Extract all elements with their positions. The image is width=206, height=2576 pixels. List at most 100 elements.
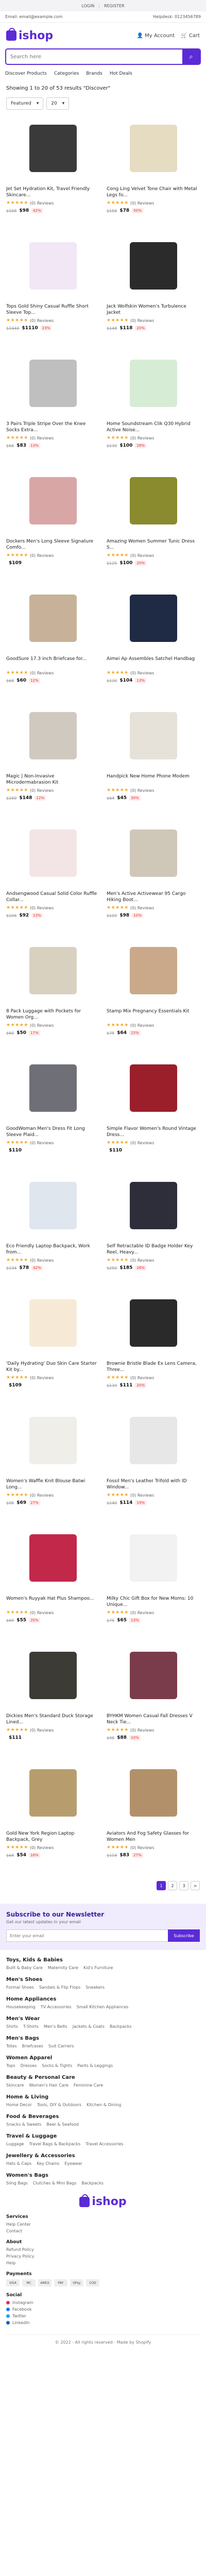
category-link[interactable]: Tops [6,2063,15,2068]
product-title[interactable]: Jet Set Hydration Kit, Travel Friendly S… [6,186,99,198]
nav-hot-deals[interactable]: Hot Deals [110,71,132,76]
product-card[interactable]: Andsengwood Casual Solid Color Ruffle Co… [6,820,99,936]
category-link[interactable]: Tools, DIY & Outdoors [37,2103,81,2107]
search-input[interactable] [6,54,182,60]
product-title[interactable]: Dickies Men's Standard Duck Storage Line… [6,1713,99,1725]
category-link[interactable]: Dresses [21,2063,37,2068]
product-image[interactable] [6,115,99,182]
product-image[interactable] [6,1290,99,1357]
category-link[interactable]: T-Shirts [23,2024,39,2029]
product-title[interactable]: Home Soundstream Clik Q30 Hybrid Active … [107,421,200,433]
product-title[interactable]: Self Retractable ID Badge Holder Key Ree… [107,1243,200,1256]
category-title[interactable]: Women's Bags [6,2173,200,2178]
product-card[interactable]: Aimei Ap Assembles Satchel Handbag ★★★★★(… [107,585,200,701]
product-card[interactable]: Tops Gold Shiny Casual Ruffle Short Slee… [6,232,99,349]
product-title[interactable]: Tops Gold Shiny Casual Ruffle Short Slee… [6,303,99,316]
product-image[interactable] [6,585,99,652]
category-link[interactable]: Snacks & Sweets [6,2122,41,2127]
category-title[interactable]: Women Apparel [6,2055,200,2061]
product-image[interactable] [6,1759,99,1826]
category-link[interactable]: Travel Accessories [85,2142,123,2146]
category-link[interactable]: Housekeeping [6,2005,36,2009]
category-title[interactable]: Home & Living [6,2094,200,2100]
category-link[interactable]: Shirts [6,2024,18,2029]
product-title[interactable]: Women's Ruyyak Hat Plus Shampoo... [6,1596,99,1608]
product-image[interactable] [107,1290,200,1357]
product-card[interactable]: Eco Friendly Laptop Backpack, Work from.… [6,1172,99,1289]
help-center-link[interactable]: Help Center [6,2222,200,2227]
category-link[interactable]: Sneakers [85,1985,105,1990]
product-title[interactable]: Milky Chic Gift Box for New Moms: 10 Uni… [107,1596,200,1608]
category-link[interactable]: Maternity Care [48,1965,78,1970]
category-link[interactable]: Kid's Furniture [83,1965,113,1970]
contact-link[interactable]: Contact [6,2229,200,2233]
page-3[interactable]: 3 [179,1881,188,1890]
product-image[interactable] [107,1759,200,1826]
social-link-linkedin[interactable]: LinkedIn [6,2320,200,2325]
category-link[interactable]: Home Decor [6,2103,32,2107]
brand-logo-footer[interactable]: ishop [79,2194,127,2208]
category-link[interactable]: Briefcases [22,2044,43,2048]
product-card[interactable]: Fossil Men's Leather Trifold with ID Win… [107,1407,200,1523]
nav-brands[interactable]: Brands [86,71,102,76]
product-title[interactable]: Eco Friendly Laptop Backpack, Work from.… [6,1243,99,1256]
product-card[interactable]: Stamp Mix Pregnancy Essentials Kit ★★★★★(… [107,937,200,1054]
product-title[interactable]: 'Daily Hydrating' Duo Skin Care Starter … [6,1361,99,1373]
category-link[interactable]: Sandals & Flip Flops [39,1985,80,1990]
privacy-policy-link[interactable]: Privacy Policy [6,2254,200,2259]
product-card[interactable]: 8 Pack Luggage with Pockets for Women Or… [6,937,99,1054]
product-image[interactable] [107,115,200,182]
product-card[interactable]: GoodSure 17.3 inch Briefcase for... ★★★★★… [6,585,99,701]
product-title[interactable]: Stamp Mix Pregnancy Essentials Kit [107,1008,200,1021]
product-card[interactable]: Milky Chic Gift Box for New Moms: 10 Uni… [107,1524,200,1641]
category-link[interactable]: Totes [6,2044,17,2048]
category-link[interactable]: Socks & Tights [42,2063,72,2068]
category-link[interactable]: Suit Carriers [48,2044,74,2048]
product-card[interactable]: Women's Waffle Knit Blouse Batwi Long...… [6,1407,99,1523]
login-link[interactable]: LOGIN [81,4,94,8]
brand-logo[interactable]: ishop [6,28,53,42]
product-image[interactable] [107,1407,200,1474]
category-link[interactable]: Formal Shoes [6,1985,34,1990]
product-image[interactable] [6,467,99,534]
cart-link[interactable]: 🛒 Cart [181,33,200,39]
help-link[interactable]: Help [6,2261,200,2265]
category-link[interactable]: Built & Baby Care [6,1965,43,1970]
product-card[interactable]: Magic | Non-Invasive Microdermabrasion K… [6,702,99,819]
category-link[interactable]: Small Kitchen Appliances [77,2005,129,2009]
category-link[interactable]: Pants & Leggings [77,2063,113,2068]
category-title[interactable]: Beauty & Personal Care [6,2075,200,2080]
product-image[interactable] [107,1172,200,1239]
category-title[interactable]: Toys, Kids & Babies [6,1957,200,1963]
product-card[interactable]: Brownie Bristle Blade Ex Lens Camera, Th… [107,1290,200,1406]
category-link[interactable]: Backpacks [110,2024,132,2029]
category-link[interactable]: Women's Hair Care [29,2083,68,2088]
product-card[interactable]: Self Retractable ID Badge Holder Key Ree… [107,1172,200,1289]
category-link[interactable]: TV Accessories [41,2005,72,2009]
category-link[interactable]: Beer & Seafood [46,2122,79,2127]
product-title[interactable]: Simple Flavor Women's Round Vintage Dres… [107,1126,200,1138]
product-title[interactable]: Dockers Men's Long Sleeve Signature Comf… [6,538,99,551]
product-card[interactable]: Cong Ling Velvet Tone Chair with Metal L… [107,115,200,231]
product-title[interactable]: Women's Waffle Knit Blouse Batwi Long... [6,1478,99,1490]
product-image[interactable] [107,1642,200,1709]
product-title[interactable]: 3 Pairs Triple Stripe Over the Knee Sock… [6,421,99,433]
page-1[interactable]: 1 [157,1881,166,1890]
product-card[interactable]: Gold New York Region Laptop Backpack, Gr… [6,1759,99,1876]
category-link[interactable]: Clutches & Mini Bags [33,2181,77,2185]
category-title[interactable]: Travel & Luggage [6,2133,200,2139]
newsletter-email-input[interactable] [6,1929,168,1942]
category-title[interactable]: Men's Wear [6,2016,200,2022]
product-card[interactable]: Jack Wolfskin Women's Turbulence Jacket ★… [107,232,200,349]
product-title[interactable]: BYHKM Women Casual Fall Dresses V Neck T… [107,1713,200,1725]
product-card[interactable]: Men's Active Activewear 95 Cargo Hiking … [107,820,200,936]
product-title[interactable]: Gold New York Region Laptop Backpack, Gr… [6,1831,99,1843]
category-link[interactable]: Travel Bags & Backpacks [29,2142,80,2146]
nav-discover[interactable]: Discover Products [5,71,47,76]
category-link[interactable]: Luggage [6,2142,24,2146]
category-link[interactable]: Backpacks [81,2181,104,2185]
product-image[interactable] [6,232,99,299]
category-link[interactable]: Men's Belts [44,2024,67,2029]
per-page-select[interactable]: 20 ▾ [46,97,70,110]
social-link-instagram[interactable]: Instagram [6,2300,200,2305]
